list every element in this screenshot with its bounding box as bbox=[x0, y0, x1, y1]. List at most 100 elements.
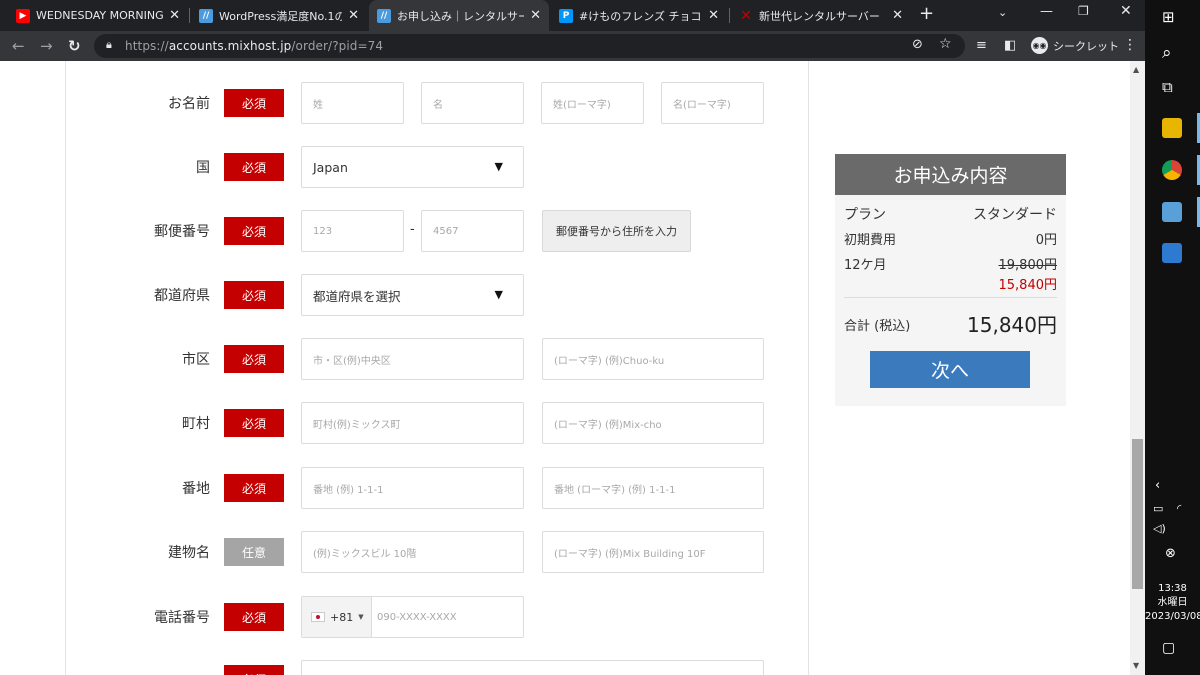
dropdown-arrow-icon: ▼ bbox=[494, 160, 503, 173]
street-romaji-input[interactable]: 番地 (ローマ字) (例) 1-1-1 bbox=[542, 467, 764, 509]
windows-start-icon[interactable]: ⊞ bbox=[1162, 8, 1175, 26]
bookmark-star-icon[interactable]: ☆ bbox=[939, 36, 952, 52]
next-field-input[interactable] bbox=[301, 660, 764, 675]
close-icon[interactable]: ✕ bbox=[169, 8, 180, 23]
tab-shin-server[interactable]: ✕ 新世代レンタルサーバー【シン・ ✕ bbox=[731, 0, 911, 31]
required-badge: 必須 bbox=[224, 409, 284, 437]
last-name-input[interactable]: 姓 bbox=[301, 82, 404, 124]
page-scrollbar[interactable]: ▲ ▼ bbox=[1130, 61, 1145, 675]
notification-badge-icon[interactable]: ⊗ bbox=[1165, 546, 1176, 561]
tab-title: お申し込み｜レンタルサーバー bbox=[397, 9, 525, 23]
field-label: 番地 bbox=[182, 481, 210, 497]
summary-divider bbox=[844, 297, 1057, 298]
search-icon[interactable]: ⌕ bbox=[1162, 43, 1172, 63]
tracking-eye-off-icon[interactable]: ⊘ bbox=[912, 37, 923, 52]
row-town: 町村 必須 町村(例)ミックス町 (ローマ字) (例)Mix-cho bbox=[0, 402, 800, 444]
incognito-indicator[interactable]: ◉◉ シークレット bbox=[1031, 37, 1119, 54]
first-name-romaji-input[interactable]: 名(ローマ字) bbox=[661, 82, 764, 124]
incognito-label: シークレット bbox=[1053, 39, 1119, 53]
order-summary: お申込み内容 プラン スタンダード 初期費用 0円 12ケ月 19,800円 1… bbox=[835, 154, 1066, 406]
next-button[interactable]: 次へ bbox=[870, 351, 1030, 388]
dropdown-arrow-icon: ▼ bbox=[494, 288, 503, 301]
tab-order-active[interactable]: // お申し込み｜レンタルサーバー ✕ bbox=[369, 0, 549, 31]
town-romaji-input[interactable]: (ローマ字) (例)Mix-cho bbox=[542, 402, 764, 444]
summary-plan: プラン スタンダード bbox=[844, 204, 1057, 224]
postal-code-second-input[interactable]: 4567 bbox=[421, 210, 524, 252]
term-original-price: 19,800円 bbox=[998, 258, 1058, 273]
close-icon[interactable]: ✕ bbox=[348, 8, 359, 23]
field-label: 郵便番号 bbox=[154, 224, 210, 240]
building-input[interactable]: (例)ミックスビル 10階 bbox=[301, 531, 524, 573]
close-icon[interactable]: ✕ bbox=[892, 8, 903, 23]
tab-title: #けものフレンズ チョコをくれる bbox=[579, 9, 702, 23]
fill-address-from-postal-button[interactable]: 郵便番号から住所を入力 bbox=[542, 210, 691, 252]
window-close-icon[interactable]: ✕ bbox=[1120, 3, 1132, 19]
battery-icon[interactable]: ▭ bbox=[1153, 502, 1163, 515]
content-border-right bbox=[808, 61, 809, 675]
notepad-icon[interactable] bbox=[1162, 202, 1182, 222]
country-value: Japan bbox=[313, 159, 348, 175]
address-bar[interactable]: 🔒︎ https://accounts.mixhost.jp/order/?pi… bbox=[94, 34, 965, 58]
new-tab-button[interactable]: + bbox=[919, 3, 934, 24]
phone-input[interactable]: 090-XXXX-XXXX bbox=[377, 612, 457, 623]
tab-youtube[interactable]: ▶ WEDNESDAY MORNING J/ ✕ bbox=[8, 0, 188, 31]
chevron-down-icon: ▼ bbox=[358, 613, 364, 621]
required-badge: 必須 bbox=[224, 153, 284, 181]
building-romaji-input[interactable]: (ローマ字) (例)Mix Building 10F bbox=[542, 531, 764, 573]
phone-field[interactable]: +81 ▼ 090-XXXX-XXXX bbox=[301, 596, 524, 638]
mixhost-icon: // bbox=[377, 8, 391, 23]
show-hidden-icons-chevron-icon[interactable]: ‹ bbox=[1155, 478, 1160, 493]
town-input[interactable]: 町村(例)ミックス町 bbox=[301, 402, 524, 444]
forward-icon[interactable]: → bbox=[40, 37, 53, 55]
clock-time: 13:38 bbox=[1158, 583, 1187, 594]
action-center-icon[interactable]: ▢ bbox=[1162, 640, 1175, 656]
last-name-romaji-input[interactable]: 姓(ローマ字) bbox=[541, 82, 644, 124]
prefecture-select[interactable]: 都道府県を選択 ▼ bbox=[301, 274, 524, 316]
close-icon[interactable]: ✕ bbox=[708, 8, 719, 23]
volume-icon[interactable]: ◁) bbox=[1153, 522, 1166, 535]
youtube-icon: ▶ bbox=[16, 8, 30, 23]
optional-badge: 任意 bbox=[224, 538, 284, 566]
plan-value: スタンダード bbox=[973, 207, 1057, 223]
term-label: 12ケ月 bbox=[844, 258, 887, 273]
field-label: 電話番号 bbox=[154, 610, 210, 626]
photos-icon[interactable] bbox=[1162, 243, 1182, 263]
term-discounted-price: 15,840円 bbox=[998, 278, 1058, 293]
task-view-icon[interactable]: ⧉ bbox=[1162, 78, 1173, 96]
scroll-thumb[interactable] bbox=[1132, 439, 1143, 589]
city-input[interactable]: 市・区(例)中央区 bbox=[301, 338, 524, 380]
city-romaji-input[interactable]: (ローマ字) (例)Chuo-ku bbox=[542, 338, 764, 380]
minimize-icon[interactable]: — bbox=[1040, 4, 1053, 19]
row-phone: 電話番号 必須 +81 ▼ 090-XXXX-XXXX bbox=[0, 596, 800, 638]
menu-kebab-icon[interactable]: ⋮ bbox=[1123, 37, 1137, 53]
wifi-icon[interactable]: ◜ bbox=[1177, 502, 1181, 515]
row-street: 番地 必須 番地 (例) 1-1-1 番地 (ローマ字) (例) 1-1-1 bbox=[0, 467, 800, 509]
required-badge: 必須 bbox=[224, 217, 284, 245]
side-panel-icon[interactable]: ◧ bbox=[1004, 38, 1016, 53]
tab-pixiv[interactable]: P #けものフレンズ チョコをくれる ✕ bbox=[551, 0, 727, 31]
country-code: +81 bbox=[330, 610, 354, 624]
scroll-down-icon[interactable]: ▼ bbox=[1133, 661, 1139, 670]
row-postal: 郵便番号 必須 123 - 4567 郵便番号から住所を入力 bbox=[0, 210, 800, 252]
chrome-icon[interactable] bbox=[1162, 160, 1182, 180]
reading-list-icon[interactable]: ≡ bbox=[976, 38, 987, 53]
taskbar-clock[interactable]: 13:38 水曜日 2023/03/08 bbox=[1145, 582, 1200, 624]
file-explorer-icon[interactable] bbox=[1162, 118, 1182, 138]
tab-search-chevron-icon[interactable]: ⌄ bbox=[998, 6, 1007, 19]
scroll-up-icon[interactable]: ▲ bbox=[1133, 65, 1139, 74]
row-building: 建物名 任意 (例)ミックスビル 10階 (ローマ字) (例)Mix Build… bbox=[0, 531, 800, 573]
tab-wordpress[interactable]: // WordPress満足度No.1のレ ✕ bbox=[191, 0, 367, 31]
restore-icon[interactable]: ❐ bbox=[1078, 4, 1089, 18]
street-input[interactable]: 番地 (例) 1-1-1 bbox=[301, 467, 524, 509]
field-label: 国 bbox=[196, 160, 210, 176]
first-name-input[interactable]: 名 bbox=[421, 82, 524, 124]
phone-country-code-select[interactable]: +81 ▼ bbox=[302, 597, 372, 637]
postal-code-first-input[interactable]: 123 bbox=[301, 210, 404, 252]
field-label: 都道府県 bbox=[154, 288, 210, 304]
close-icon[interactable]: ✕ bbox=[530, 8, 541, 23]
back-icon[interactable]: ← bbox=[12, 37, 25, 55]
setup-value: 0円 bbox=[1035, 233, 1057, 248]
country-select[interactable]: Japan ▼ bbox=[301, 146, 524, 188]
reload-icon[interactable]: ↻ bbox=[68, 37, 81, 55]
plan-label: プラン bbox=[844, 207, 886, 223]
